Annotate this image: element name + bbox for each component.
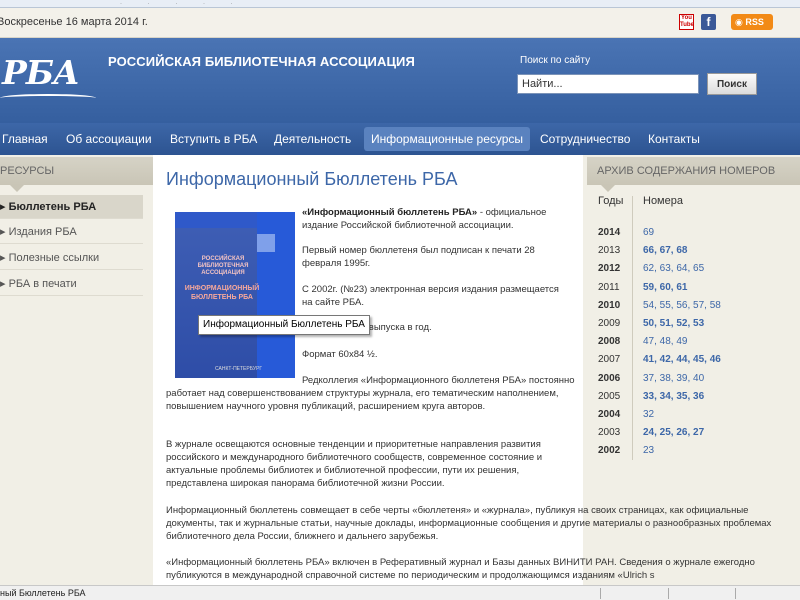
archive-year: 2003 bbox=[598, 427, 621, 438]
archive-issues-link[interactable]: 62, 63, 64, 65 bbox=[643, 263, 704, 274]
periodicity-paragraph: ть – 4 выпуска в год. bbox=[341, 322, 432, 333]
archive-issues-link[interactable]: 69 bbox=[643, 227, 654, 238]
rba-logo[interactable]: РБА bbox=[2, 53, 80, 92]
format-paragraph: Формат 60х84 ½. bbox=[302, 349, 378, 360]
archive-year: 2002 bbox=[598, 445, 621, 456]
image-tooltip: Информационный Бюллетень РБА bbox=[198, 315, 370, 335]
archive-issues-link[interactable]: 54, 55, 56, 57, 58 bbox=[643, 300, 721, 311]
nav-item-home[interactable]: Главная bbox=[2, 123, 48, 155]
bullet-icon: ▸ bbox=[0, 201, 9, 213]
archive-year: 2011 bbox=[598, 282, 620, 293]
bullet-icon: ▸ bbox=[0, 226, 9, 238]
archive-issues-link[interactable]: 23 bbox=[643, 445, 654, 456]
archive-year: 2008 bbox=[598, 336, 621, 347]
cover-org-text: РОССИЙСКАЯ БИБЛИОТЕЧНАЯ АССОЦИАЦИЯ bbox=[197, 256, 249, 276]
cover-square bbox=[257, 234, 275, 252]
archive-year: 2007 bbox=[598, 354, 621, 365]
archive-issues-header: Номера bbox=[643, 195, 683, 207]
sidebar-item-label: Издания РБА bbox=[8, 226, 77, 238]
sidebar-item-bulletin[interactable]: ▸ Бюллетень РБА bbox=[0, 195, 143, 219]
rss-button[interactable]: ◉ RSS bbox=[731, 14, 773, 30]
bullet-icon: ▸ bbox=[0, 278, 9, 290]
archive-year: 2009 bbox=[598, 318, 621, 329]
nav-item-cooperation[interactable]: Сотрудничество bbox=[540, 123, 630, 155]
sidebar-heading: РЕСУРСЫ bbox=[0, 157, 153, 192]
intro-paragraph: «Информационный бюллетень РБА» - официал… bbox=[302, 206, 570, 232]
sidebar-item-useful-links[interactable]: ▸ Полезные ссылки bbox=[0, 246, 143, 270]
included-paragraph: «Информационный бюллетень РБА» включен в… bbox=[166, 557, 755, 581]
search-label: Поиск по сайту bbox=[520, 55, 591, 66]
electronic-version-paragraph: С 2002г. (№23) электронная версия издани… bbox=[302, 284, 559, 308]
status-separator bbox=[600, 588, 601, 599]
browser-chrome-dots: · · · · · bbox=[120, 1, 245, 7]
facebook-icon[interactable]: f bbox=[701, 14, 716, 30]
rss-icon: ◉ bbox=[735, 17, 746, 27]
archive-year: 2012 bbox=[598, 263, 621, 274]
youtube-icon[interactable]: You Tube bbox=[679, 14, 694, 30]
sidebar-item-label: РБА в печати bbox=[8, 278, 77, 290]
main-nav: Главная Об ассоциации Вступить в РБА Дея… bbox=[0, 123, 800, 155]
archive-issues-link[interactable]: 37, 38, 39, 40 bbox=[643, 373, 704, 384]
archive-issues-link[interactable]: 66, 67, 68 bbox=[643, 245, 687, 256]
organization-name: РОССИЙСКАЯ БИБЛИОТЕЧНАЯ АССОЦИАЦИЯ bbox=[108, 54, 415, 69]
sidebar-item-press[interactable]: ▸ РБА в печати bbox=[0, 272, 143, 296]
archive-issues-link[interactable]: 32 bbox=[643, 409, 654, 420]
archive-issues-link[interactable]: 24, 25, 26, 27 bbox=[643, 427, 704, 438]
nav-item-about[interactable]: Об ассоциации bbox=[66, 123, 152, 155]
archive-year: 2006 bbox=[598, 373, 621, 384]
archive-issues-link[interactable]: 33, 34, 35, 36 bbox=[643, 391, 704, 402]
cover-footer-text: САНКТ-ПЕТЕРБУРГ bbox=[215, 366, 263, 372]
archive-issues-link[interactable]: 41, 42, 44, 45, 46 bbox=[643, 354, 721, 365]
status-separator bbox=[668, 588, 669, 599]
sidebar-item-label: Полезные ссылки bbox=[8, 252, 100, 264]
archive-divider bbox=[632, 196, 633, 460]
first-issue-paragraph: Первый номер бюллетеня был подписан к пе… bbox=[302, 245, 535, 269]
cover-title-text: ИНФОРМАЦИОННЫЙ БЮЛЛЕТЕНЬ РБА bbox=[184, 285, 260, 301]
status-bar: ный Бюллетень РБА bbox=[0, 585, 800, 600]
sidebar-item-label: Бюллетень РБА bbox=[8, 201, 97, 213]
search-button[interactable]: Поиск bbox=[707, 73, 757, 95]
rss-label: RSS bbox=[745, 17, 764, 27]
archive-year: 2013 bbox=[598, 245, 621, 256]
site-header: РБА РОССИЙСКАЯ БИБЛИОТЕЧНАЯ АССОЦИАЦИЯ П… bbox=[0, 38, 800, 123]
archive-heading: АРХИВ СОДЕРЖАНИЯ НОМЕРОВ bbox=[587, 157, 800, 192]
archive-issues-link[interactable]: 50, 51, 52, 53 bbox=[643, 318, 704, 329]
archive-year: 2014 bbox=[598, 227, 621, 238]
archive-year: 2005 bbox=[598, 391, 621, 402]
nav-item-join[interactable]: Вступить в РБА bbox=[170, 123, 257, 155]
archive-issues-link[interactable]: 59, 60, 61 bbox=[643, 282, 687, 293]
page-title: Информационный Бюллетень РБА bbox=[166, 169, 458, 189]
status-separator bbox=[735, 588, 736, 599]
nav-item-contacts[interactable]: Контакты bbox=[648, 123, 700, 155]
archive-year: 2010 bbox=[598, 300, 621, 311]
sidebar-item-publications[interactable]: ▸ Издания РБА bbox=[0, 220, 143, 244]
status-text: ный Бюллетень РБА bbox=[0, 588, 86, 598]
nav-item-activity[interactable]: Деятельность bbox=[274, 123, 351, 155]
nav-item-info-resources[interactable]: Информационные ресурсы bbox=[364, 127, 531, 151]
search-input[interactable] bbox=[517, 74, 699, 94]
combines-paragraph: Информационный бюллетень совмещает в себ… bbox=[166, 505, 772, 542]
bullet-icon: ▸ bbox=[0, 252, 9, 264]
browser-chrome: · · · · · bbox=[0, 0, 800, 8]
trends-paragraph: В журнале освещаются основные тенденции … bbox=[166, 439, 543, 489]
archive-years-header: Годы bbox=[598, 195, 624, 207]
current-date: Воскресенье 16 марта 2014 г. bbox=[0, 16, 148, 28]
top-bar: Воскресенье 16 марта 2014 г. You Tube f … bbox=[0, 8, 800, 38]
intro-bold: «Информационный бюллетень РБА» bbox=[302, 207, 478, 218]
archive-issues-link[interactable]: 47, 48, 49 bbox=[643, 336, 687, 347]
editorial-paragraph: Редколлегия «Информационного бюллетеня Р… bbox=[166, 375, 575, 412]
bulletin-cover-image[interactable]: РОССИЙСКАЯ БИБЛИОТЕЧНАЯ АССОЦИАЦИЯ ИНФОР… bbox=[175, 212, 295, 378]
archive-year: 2004 bbox=[598, 409, 621, 420]
book-icon bbox=[0, 94, 96, 102]
